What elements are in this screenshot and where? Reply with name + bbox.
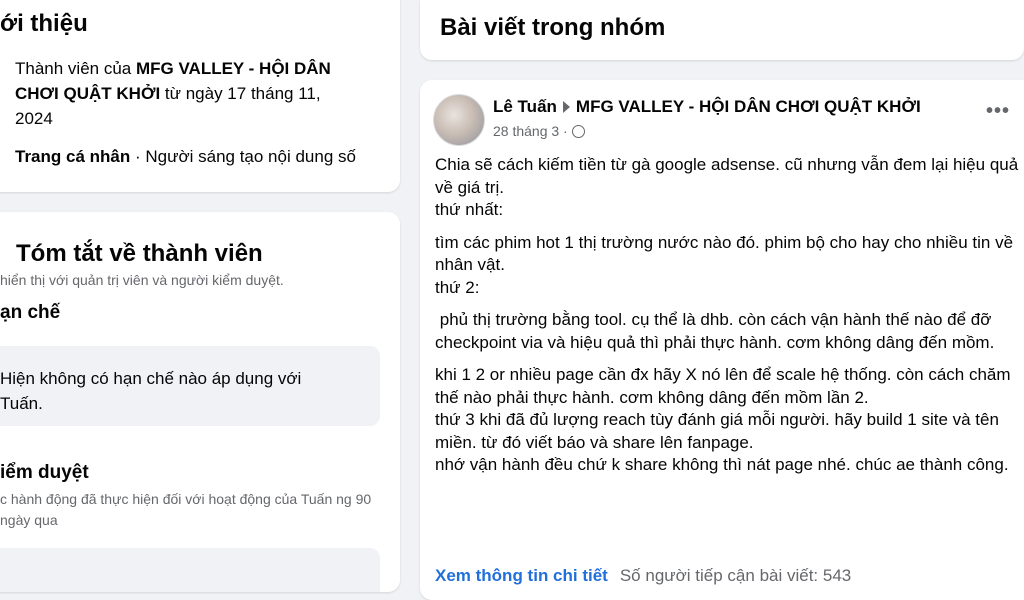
post-paragraph: tìm các phim hot 1 thị trường nước nào đ… [435, 232, 1018, 275]
author-avatar[interactable] [433, 94, 485, 146]
post-meta: 28 tháng 3 · [493, 123, 585, 139]
post-paragraph: thứ 3 khi đã đủ lượng reach tùy đánh giá… [435, 410, 1004, 452]
profile-info: Trang cá nhân · Người sáng tạo nội dung … [15, 144, 356, 169]
post-paragraph: phủ thị trường bằng tool. cụ thể là dhb.… [435, 310, 997, 352]
post-paragraph: thứ nhất: [435, 200, 504, 219]
post-paragraph: Chia sẽ cách kiếm tiền từ gà google adse… [435, 155, 1023, 197]
group-name-link[interactable]: MFG VALLEY - HỘI DÂN CHƠI QUẬT KHỞI [576, 97, 921, 116]
profile-label: Trang cá nhân [15, 147, 131, 166]
more-horizontal-icon[interactable]: ••• [986, 100, 1010, 123]
member-summary-subtitle: hiển thị với quản trị viên và người kiểm… [0, 272, 284, 288]
member-summary-card: Tóm tắt về thành viên hiển thị với quản … [0, 212, 400, 592]
triangle-right-icon [562, 100, 570, 113]
post-paragraph: khi 1 2 or nhiều page cần đx hãy X nó lê… [435, 365, 1016, 407]
post-author-line: Lê Tuấn MFG VALLEY - HỘI DÂN CHƠI QUẬT KH… [493, 97, 921, 117]
group-posts-header: Bài viết trong nhóm [420, 0, 1024, 60]
member-summary-title: Tóm tắt về thành viên [16, 240, 263, 267]
group-posts-title: Bài viết trong nhóm [440, 14, 666, 41]
post-card: Lê Tuấn MFG VALLEY - HỘI DÂN CHƠI QUẬT KH… [420, 80, 1024, 600]
profile-detail: · Người sáng tạo nội dung số [130, 147, 356, 166]
intro-title: ới thiệu [0, 10, 88, 37]
post-footer: Xem thông tin chi tiết Số người tiếp cận … [435, 566, 851, 586]
membership-prefix: Thành viên của [15, 59, 136, 78]
post-paragraph: thứ 2: [435, 277, 480, 297]
globe-icon [571, 124, 585, 138]
intro-card: ới thiệu Thành viên của MFG VALLEY - HỘI… [0, 0, 400, 192]
author-name-link[interactable]: Lê Tuấn [493, 97, 557, 116]
review-subtitle: c hành động đã thực hiện đối với hoạt độ… [0, 491, 372, 528]
restrictions-heading: ạn chế [0, 302, 61, 323]
review-heading: iểm duyệt [0, 462, 89, 483]
post-paragraph: nhớ vận hành đều chứ k share không thì n… [435, 455, 1009, 474]
membership-info: Thành viên của MFG VALLEY - HỘI DÂN CHƠI… [15, 56, 350, 131]
post-date-link[interactable]: 28 tháng 3 · [493, 123, 568, 139]
post-body: Chia sẽ cách kiếm tiền từ gà google adse… [435, 154, 1024, 477]
review-box[interactable] [0, 548, 380, 592]
restrictions-text: Hiện không có hạn chế nào áp dụng với Tu… [0, 369, 302, 413]
